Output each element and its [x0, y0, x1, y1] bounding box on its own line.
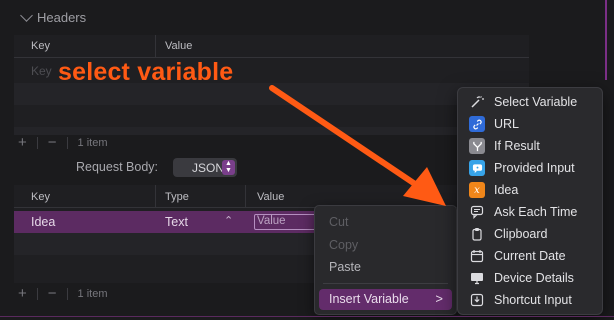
variable-item-idea[interactable]: x Idea [458, 179, 602, 201]
row-key[interactable]: Idea [31, 215, 55, 229]
remove-button[interactable]: − [48, 285, 57, 302]
stepper-arrows-icon: ▲ ▼ [222, 160, 235, 175]
column-header-type: Type [165, 191, 189, 203]
add-button[interactable]: + [18, 285, 27, 302]
headers-section-toggle[interactable]: Headers [20, 9, 87, 25]
add-button[interactable]: + [18, 134, 27, 151]
window-edge [605, 0, 607, 80]
variable-submenu: Select Variable URL If Result Provided I… [457, 87, 603, 315]
branch-icon [469, 138, 485, 154]
variable-item-clipboard[interactable]: Clipboard [458, 223, 602, 245]
value-placeholder: Value [257, 215, 286, 227]
window-bottom-edge [0, 316, 614, 317]
request-body-label: Request Body: [76, 160, 158, 174]
variable-item-current-date[interactable]: Current Date [458, 245, 602, 267]
headers-title: Headers [37, 10, 87, 25]
variable-item-url[interactable]: URL [458, 113, 602, 135]
variable-item-device-details[interactable]: Device Details [458, 267, 602, 289]
menu-item-insert-variable[interactable]: Insert Variable > [319, 289, 452, 310]
column-header-value: Value [257, 191, 285, 203]
input-tray-icon [469, 292, 485, 308]
headers-table-footer: + − 1 item [18, 134, 108, 151]
item-count: 1 item [77, 136, 108, 149]
calendar-icon [469, 248, 485, 264]
type-stepper-icon[interactable]: ⌃ [224, 214, 233, 227]
menu-item-paste[interactable]: Paste [329, 260, 361, 274]
body-table-footer: + − 1 item [18, 285, 108, 302]
chat-bubble-icon [469, 160, 485, 176]
chevron-down-icon [20, 9, 33, 22]
variable-x-icon: x [469, 182, 485, 198]
item-count: 1 item [77, 287, 108, 300]
column-header-value: Value [165, 40, 193, 52]
column-header-key: Key [31, 191, 50, 203]
link-icon [469, 116, 485, 132]
column-header-key: Key [31, 40, 50, 52]
request-body-value: JSON [192, 161, 225, 175]
menu-item-cut: Cut [329, 215, 349, 229]
annotation-label: select variable [58, 58, 234, 86]
magic-wand-icon [469, 94, 485, 110]
remove-button[interactable]: − [48, 134, 57, 151]
chevron-right-icon: > [435, 291, 443, 306]
menu-item-copy: Copy [329, 238, 359, 252]
request-body-select[interactable]: JSON ▲ ▼ [173, 158, 237, 177]
key-placeholder[interactable]: Key [31, 64, 52, 78]
speech-bubble-icon [469, 204, 485, 220]
variable-item-provided-input[interactable]: Provided Input [458, 157, 602, 179]
variable-item-select-variable[interactable]: Select Variable [458, 91, 602, 113]
context-menu: Cut Copy Paste Insert Variable > [314, 205, 457, 315]
variable-item-shortcut-input[interactable]: Shortcut Input [458, 289, 602, 311]
variable-item-if-result[interactable]: If Result [458, 135, 602, 157]
insert-variable-label: Insert Variable [329, 292, 409, 306]
row-type[interactable]: Text [165, 215, 188, 229]
headers-table-header: Key Value [14, 35, 529, 58]
variable-item-ask-each-time[interactable]: Ask Each Time [458, 201, 602, 223]
clipboard-icon [469, 226, 485, 242]
monitor-icon [469, 270, 485, 286]
